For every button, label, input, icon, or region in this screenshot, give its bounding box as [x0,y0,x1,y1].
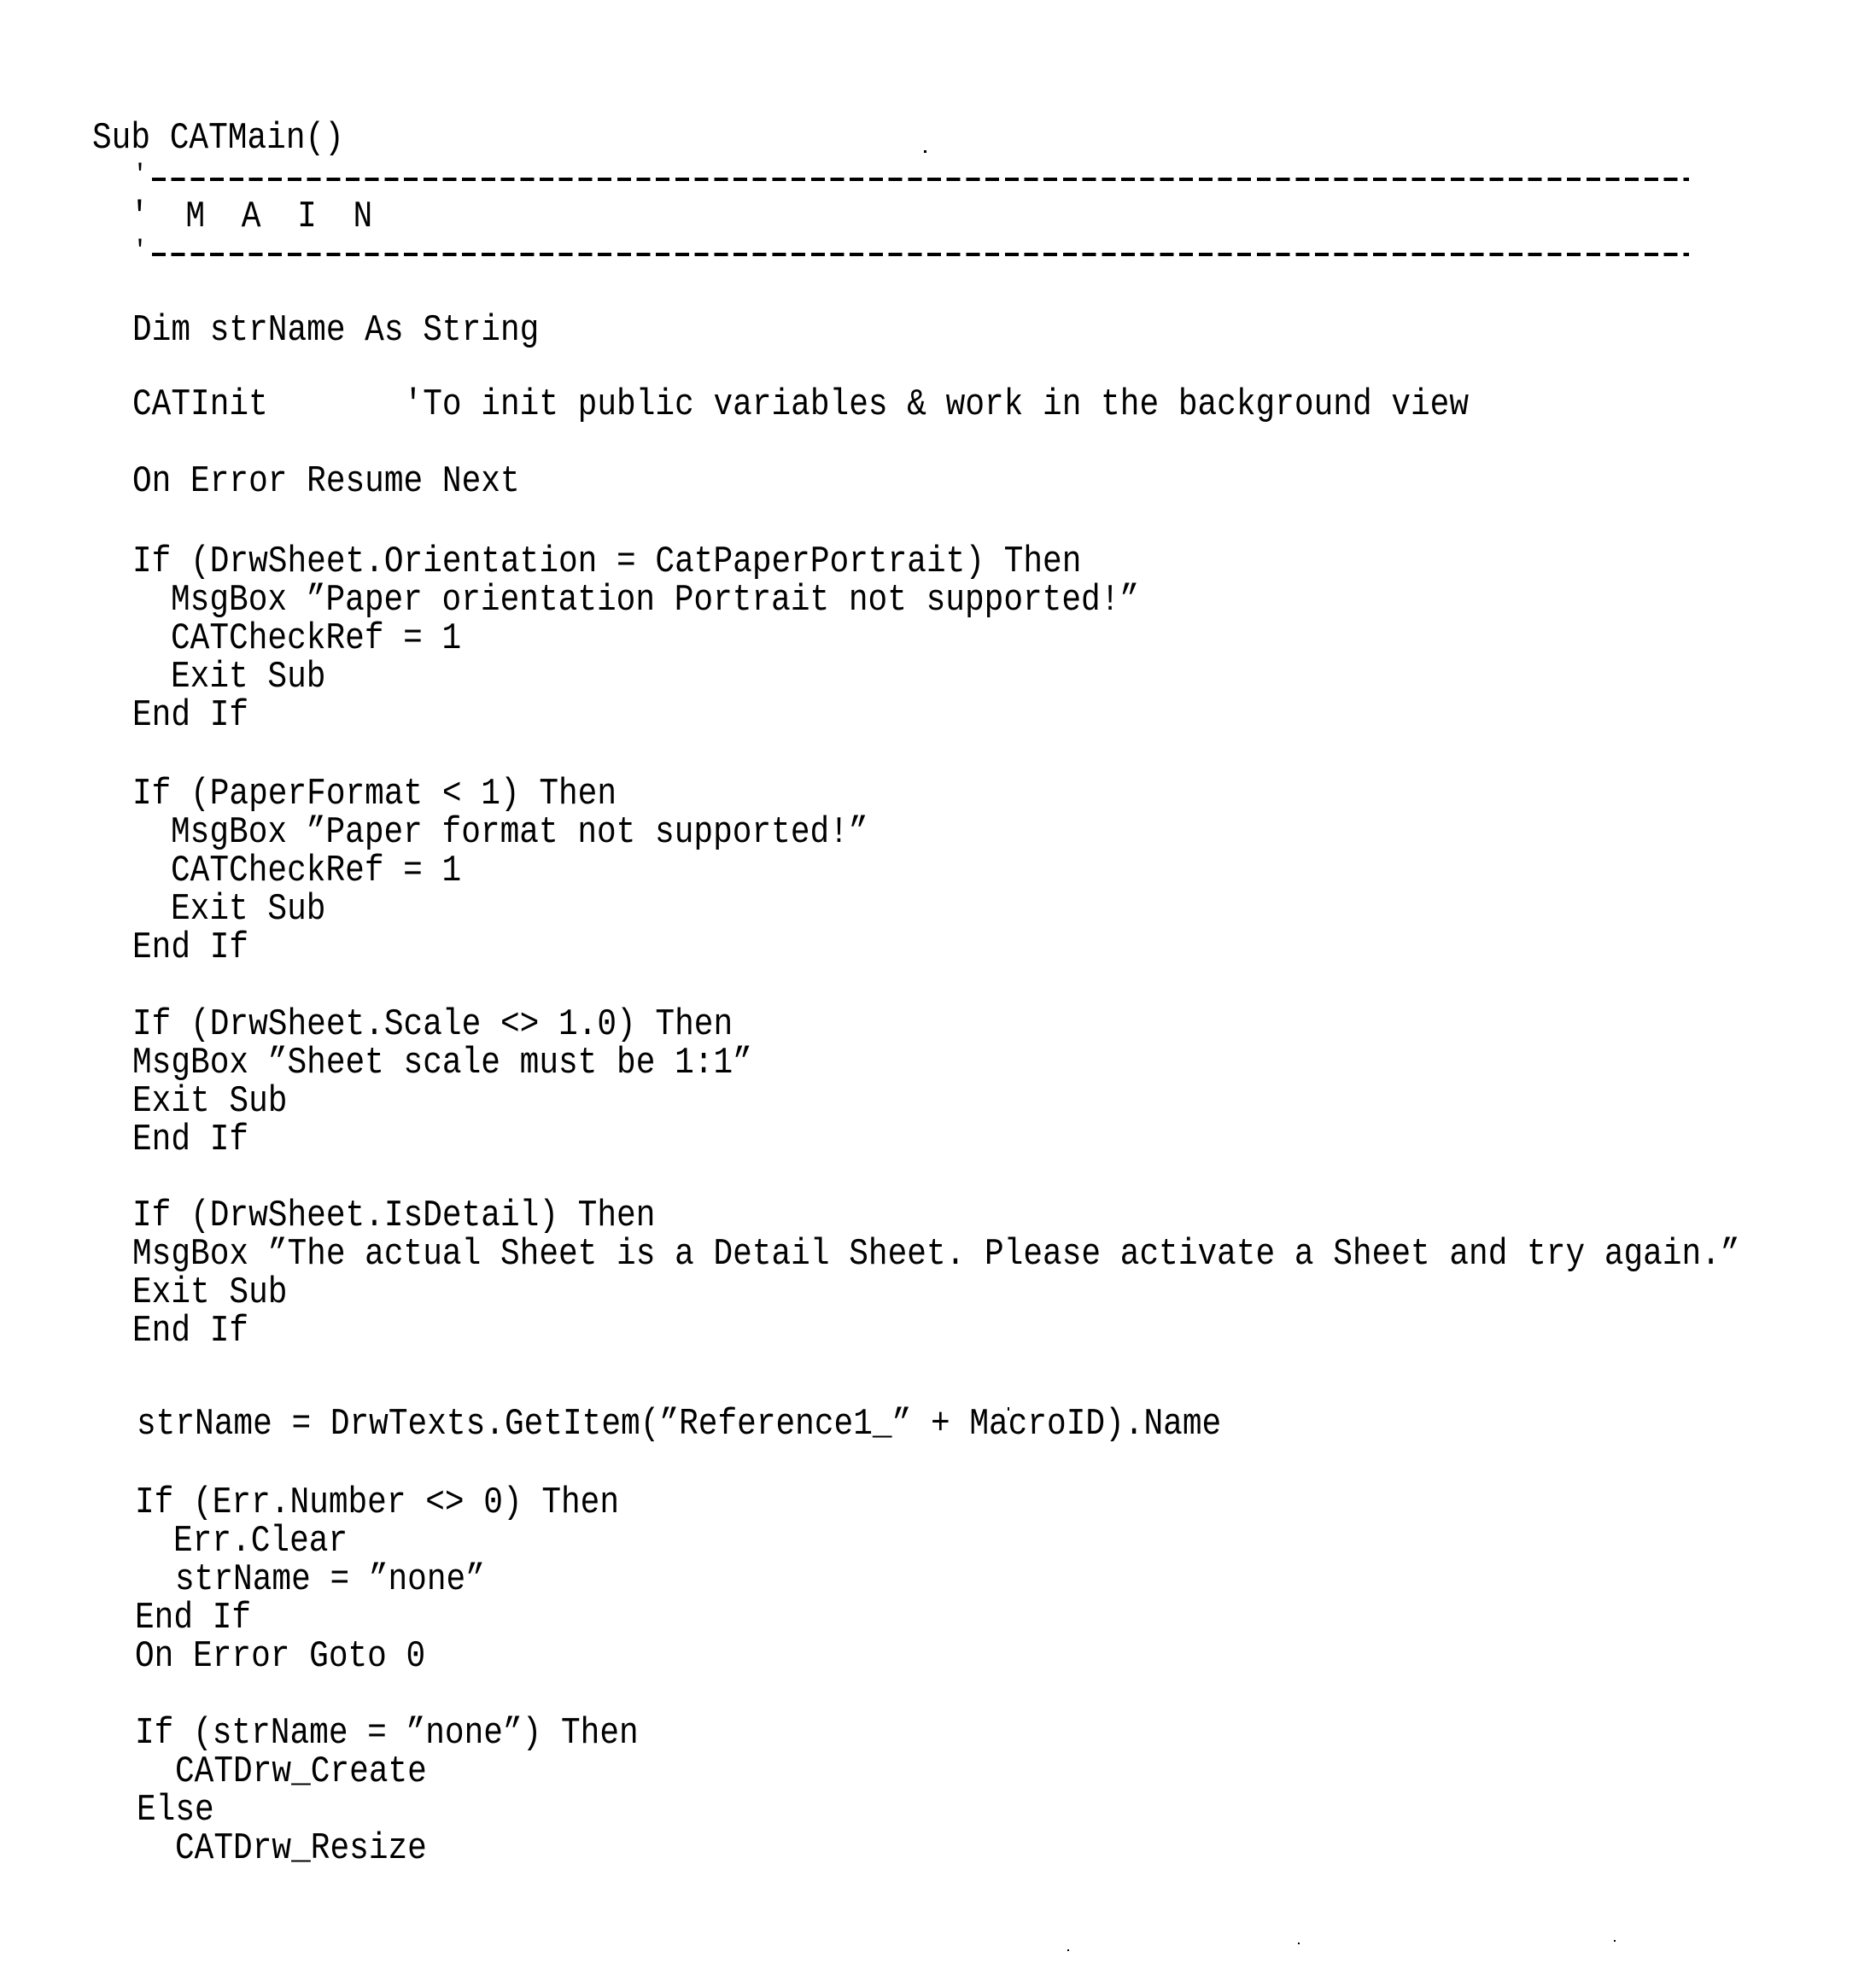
code-line: Else [137,1790,214,1832]
comment-mark-bottom: ' [132,237,149,266]
scan-speck [924,150,926,153]
code-line: strName = DrwTexts.GetItem(”Reference1_”… [137,1404,1222,1446]
code-page: Sub CATMain() ' ' M A I N ' Dim strName … [0,0,1876,1975]
code-line: If (DrwSheet.Scale <> 1.0) Then [132,1004,733,1046]
code-line: Exit Sub [171,889,326,931]
code-line: End If [132,1311,249,1353]
code-line: MsgBox ”Sheet scale must be 1:1” [132,1043,752,1084]
code-line: On Error Resume Next [132,461,520,503]
sub-declaration: Sub CATMain() [92,118,344,160]
scan-speck [1067,1949,1069,1951]
code-line: Exit Sub [132,1081,288,1123]
code-line: If (strName = ”none”) Then [135,1713,639,1755]
code-line: MsgBox ”Paper format not supported!” [171,812,868,854]
code-line: End If [135,1598,252,1639]
code-line: Exit Sub [132,1272,288,1314]
banner-rule-bottom [152,253,1689,256]
code-line: Dim strName As String [132,310,540,352]
code-line: Exit Sub [171,657,326,698]
code-line: strName = ”none” [175,1559,485,1601]
code-line: If (PaperFormat < 1) Then [132,774,617,815]
code-line: CATCheckRef = 1 [171,850,462,892]
code-line: CATDrw_Resize [175,1828,427,1870]
code-line: MsgBox ”The actual Sheet is a Detail She… [132,1234,1740,1276]
code-line: End If [132,695,249,737]
banner-rule-top [152,178,1689,181]
scan-speck [1298,1943,1300,1944]
code-line: CATInit 'To init public variables & work… [132,384,1470,426]
code-line: MsgBox ”Paper orientation Portrait not s… [171,580,1140,622]
code-line: On Error Goto 0 [135,1636,426,1678]
code-line: End If [132,927,249,969]
code-line: If (DrwSheet.Orientation = CatPaperPortr… [132,541,1082,583]
code-line: Err.Clear [173,1521,348,1563]
code-line: CATCheckRef = 1 [171,618,462,660]
banner-title: ' M A I N [130,196,382,238]
code-line: CATDrw_Create [175,1751,427,1793]
code-line: If (DrwSheet.IsDetail) Then [132,1195,656,1237]
code-line: End If [132,1119,249,1161]
code-line: If (Err.Number <> 0) Then [135,1482,620,1524]
scan-speck [1614,1940,1616,1942]
comment-mark-top: ' [132,161,149,190]
